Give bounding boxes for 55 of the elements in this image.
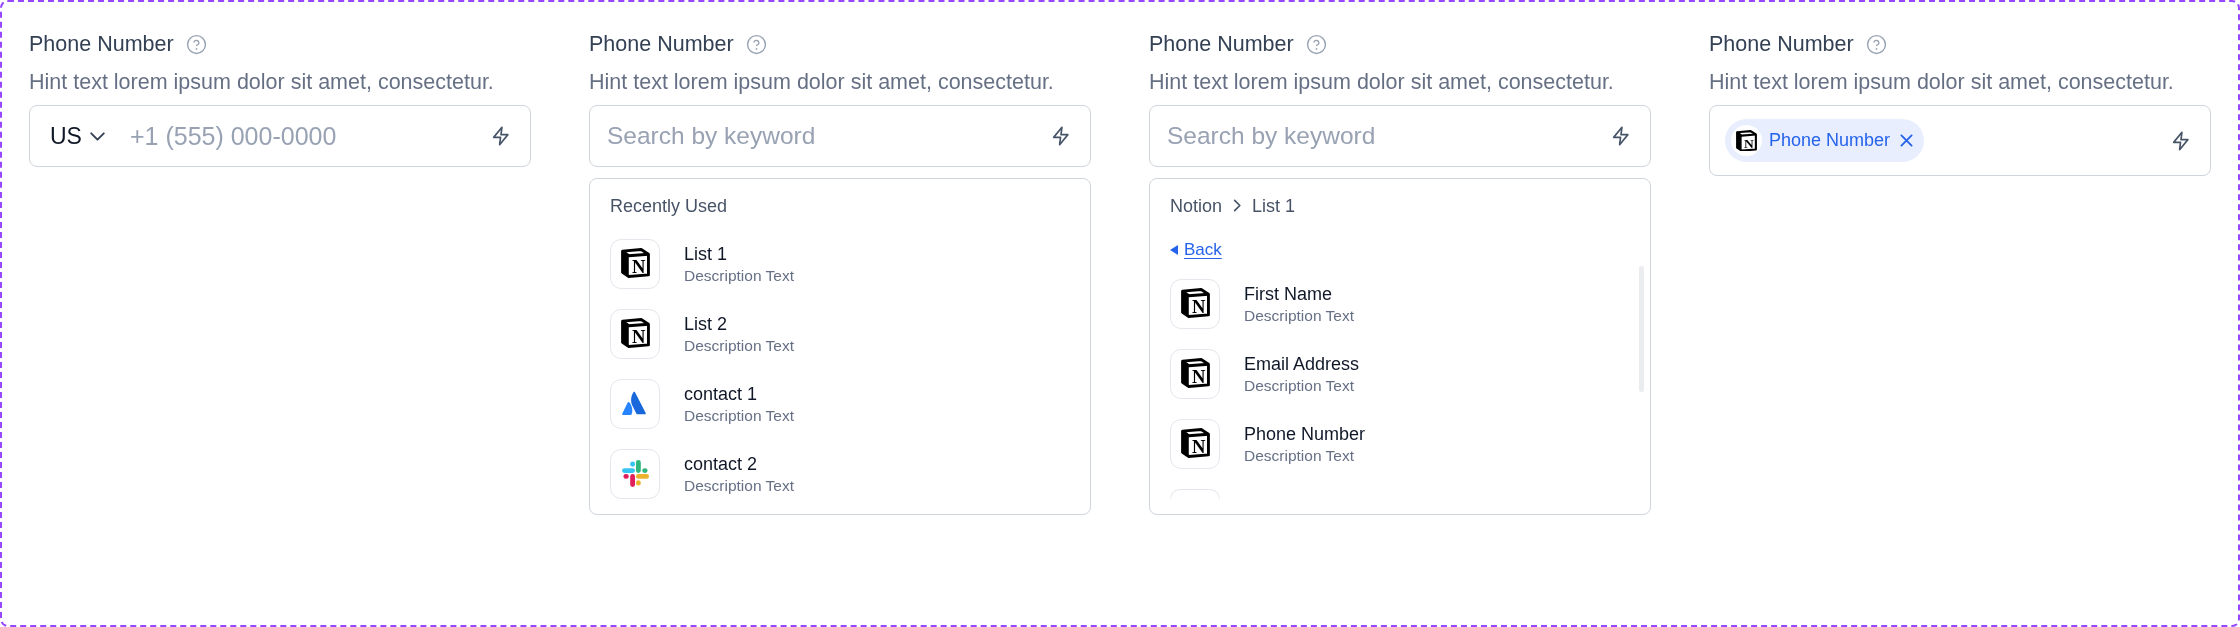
item-description: Description Text [684,476,794,495]
field-label: Phone Number [589,31,734,58]
item-description: Description Text [1244,446,1354,465]
cube-icon: N [610,238,660,289]
search-field[interactable]: Search by keyword [589,105,1091,167]
breadcrumb-link[interactable]: Notion [1170,194,1223,217]
field-label: Phone Number [1149,31,1294,58]
item-title[interactable]: contact 2 [684,452,758,475]
cube-icon: N [610,308,660,359]
close-icon[interactable] [1900,134,1914,147]
lightning-icon[interactable] [1610,125,1632,147]
cube-icon: N [1170,278,1220,329]
field-label: Phone Number [29,31,174,58]
triangles-icon [610,378,660,429]
lightning-icon[interactable] [1050,125,1072,147]
hint-text: Hint text lorem ipsum dolor sit amet, consectetur. [1709,69,2175,95]
phone-field[interactable]: US +1 (555) 000-0000 [29,105,531,167]
item-description: Description Text [684,336,794,355]
item-title[interactable]: List 2 [684,312,728,335]
caret-left-icon [1170,244,1178,255]
chevron-right-icon [1232,198,1243,213]
hint-text: Hint text lorem ipsum dolor sit amet, consectetur. [29,69,495,95]
help-icon[interactable] [745,33,767,55]
item-title[interactable]: List 1 [684,242,728,265]
item-title[interactable]: Email Address [1244,352,1360,375]
lightning-icon[interactable] [490,125,512,147]
country-select[interactable]: US [50,118,108,154]
help-icon[interactable] [185,33,207,55]
help-icon[interactable] [1865,33,1887,55]
item-description: Description Text [684,406,794,425]
search-field[interactable]: Search by keyword [1149,105,1651,167]
item-title[interactable]: contact 1 [684,382,758,405]
hint-text: Hint text lorem ipsum dolor sit amet, consectetur. [589,69,1055,95]
item-description: Description Text [1244,376,1354,395]
item-description: Description Text [684,266,794,285]
search-input[interactable]: Search by keyword [1167,118,1610,154]
back-link[interactable]: Back [1170,239,1222,260]
chip-label: Phone Number [1769,130,1891,151]
tag-field[interactable]: N Phone Number [1709,105,2211,176]
search-input[interactable]: Search by keyword [607,118,1050,154]
cube-icon: N [1170,418,1220,469]
item-description: Description Text [1244,306,1354,325]
field-label: Phone Number [1709,31,1854,58]
breadcrumb-current: List 1 [1252,194,1296,217]
cube-icon: N [1731,125,1762,156]
cube-icon: N [1170,348,1220,399]
help-icon[interactable] [1305,33,1327,55]
hash-icon [610,448,660,499]
dropdown-heading: Recently Used [610,194,728,217]
lightning-icon[interactable] [2170,129,2192,152]
item-title[interactable]: First Name [1244,282,1332,305]
item-title[interactable]: Phone Number [1244,422,1366,445]
phone-input[interactable]: +1 (555) 000-0000 [129,118,490,154]
hint-text: Hint text lorem ipsum dolor sit amet, consectetur. [1149,69,1615,95]
selected-chip[interactable]: N Phone Number [1725,119,1925,162]
